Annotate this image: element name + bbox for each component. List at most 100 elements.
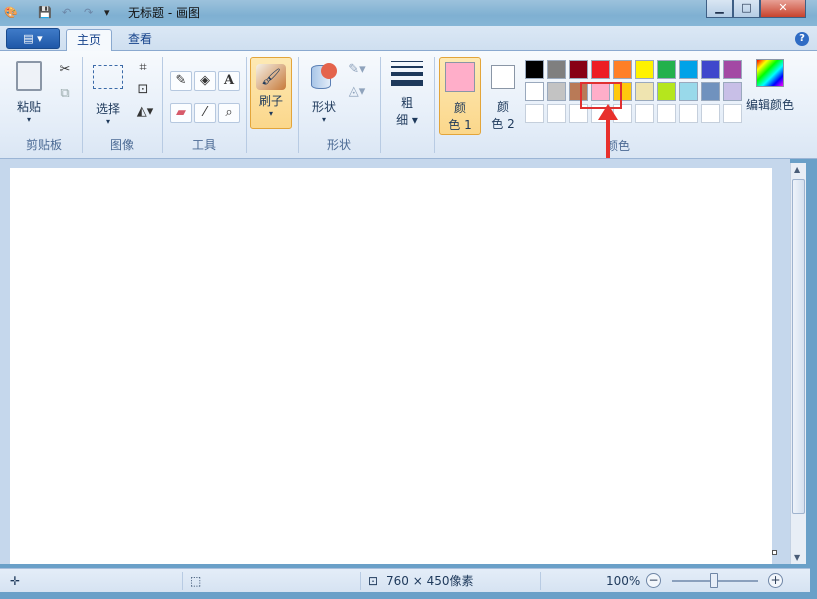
custom-color-slot[interactable] [679,104,698,123]
resize-icon[interactable]: ⊡ [132,81,154,101]
palette-swatch[interactable] [701,82,720,101]
clipboard-group-label: 剪贴板 [25,138,62,152]
image-group: 选择 ▾ ⌗ ⊡ ◭▾ 图像 [84,53,160,157]
cursor-position-icon: ✛ [10,574,21,588]
rainbow-icon [756,59,784,87]
tab-view[interactable]: 查看 [118,29,162,51]
pencil-icon[interactable]: ✎ [170,71,192,91]
brush-icon: 🖌 [256,64,286,90]
paint-menu-button[interactable]: ▤ ▾ [6,28,60,49]
paste-button[interactable]: 粘贴 ▾ [12,61,46,124]
clipboard-icon [16,61,42,91]
ribbon: 粘贴 ▾ ✂ ⧉ 剪贴板 选择 ▾ ⌗ ⊡ ◭▾ 图像 ✎ ◈ A ▰ ⁄ ⌕ … [0,51,817,159]
zoom-slider-thumb[interactable] [710,573,718,588]
customize-icon[interactable]: ▾ [104,4,110,22]
colors-group-label: 颜色 [605,139,630,153]
title-bar: 🎨 💾 ↶ ↷ ▾ 无标题 - 画图 ▁ □ ✕ [0,0,817,26]
group-divider [434,57,435,153]
group-divider [82,57,83,153]
custom-color-slot[interactable] [701,104,720,123]
shapes-group-label: 形状 [326,138,351,152]
status-bar: ✛ ⬚ ⊡ 760 × 450像素 100% − + [0,568,810,592]
annotation-arrow-stem [606,118,610,158]
custom-color-slot[interactable] [635,104,654,123]
edit-colors-button[interactable]: 编辑颜色 [744,59,796,113]
canvas-dimensions: 760 × 450像素 [386,574,474,588]
palette-swatch[interactable] [679,60,698,79]
palette-swatch[interactable] [657,60,676,79]
status-divider [182,572,183,590]
undo-icon[interactable]: ↶ [62,4,71,22]
redo-icon[interactable]: ↷ [84,4,93,22]
custom-color-slot[interactable] [723,104,742,123]
fill-icon[interactable]: ◬▾ [346,83,368,103]
select-button[interactable]: 选择 ▾ [88,65,128,126]
scrollbar-thumb[interactable] [792,179,805,514]
cut-icon[interactable]: ✂ [54,61,76,81]
tools-group: ✎ ◈ A ▰ ⁄ ⌕ 工具 [164,53,244,157]
palette-swatch[interactable] [613,60,632,79]
maximize-button[interactable]: □ [733,0,760,18]
custom-color-slot[interactable] [657,104,676,123]
canvas-area [0,159,790,564]
palette-swatch[interactable] [547,82,566,101]
shapes-icon [309,61,339,91]
shapes-button[interactable]: 形状 ▾ [304,61,344,124]
save-icon[interactable]: 💾 [38,4,52,22]
group-divider [246,57,247,153]
eraser-icon[interactable]: ▰ [170,103,192,123]
vertical-scrollbar[interactable]: ▲ ▼ [790,163,806,564]
fill-bucket-icon[interactable]: ◈ [194,71,216,91]
canvas-resize-handle[interactable] [772,550,777,555]
status-divider [360,572,361,590]
close-button[interactable]: ✕ [760,0,806,18]
scroll-up-icon[interactable]: ▲ [794,165,800,174]
tab-home[interactable]: 主页 [66,29,113,51]
drawing-canvas[interactable] [10,168,772,564]
scroll-down-icon[interactable]: ▼ [794,553,800,562]
select-rectangle-icon [93,65,123,89]
paint-app-icon[interactable]: 🎨 [4,4,18,22]
selection-size-icon: ⬚ [190,574,202,588]
zoom-in-icon[interactable]: + [768,573,783,588]
palette-swatch[interactable] [635,60,654,79]
rotate-icon[interactable]: ◭▾ [132,103,158,123]
color1-button[interactable]: 颜 色 1 [439,57,481,135]
palette-swatch[interactable] [679,82,698,101]
magnifier-icon[interactable]: ⌕ [218,103,240,123]
ribbon-tab-row: ▤ ▾ 主页 查看 ? [0,26,817,51]
palette-swatch[interactable] [701,60,720,79]
status-divider [540,572,541,590]
window-title: 无标题 - 画图 [128,6,200,20]
size-button[interactable]: 粗 细 ▾ [386,59,428,128]
palette-swatch[interactable] [657,82,676,101]
image-group-label: 图像 [109,138,134,152]
zoom-level: 100% [606,574,641,588]
minimize-button[interactable]: ▁ [706,0,733,18]
group-divider [380,57,381,153]
clipboard-group: 粘贴 ▾ ✂ ⧉ 剪贴板 [6,53,82,157]
text-icon[interactable]: A [218,71,240,91]
palette-swatch[interactable] [525,82,544,101]
custom-color-slot[interactable] [547,104,566,123]
custom-color-slot[interactable] [525,104,544,123]
zoom-out-icon[interactable]: − [646,573,661,588]
palette-swatch[interactable] [525,60,544,79]
palette-swatch[interactable] [723,60,742,79]
color2-swatch [491,65,515,89]
line-width-icon [391,59,423,87]
color-picker-icon[interactable]: ⁄ [194,103,216,123]
crop-icon[interactable]: ⌗ [132,59,154,79]
brushes-button[interactable]: 🖌 刷子 ▾ [250,57,292,129]
palette-swatch[interactable] [723,82,742,101]
help-icon[interactable]: ? [795,32,809,46]
palette-swatch[interactable] [547,60,566,79]
color2-button[interactable]: 颜 色 2 [484,57,522,132]
palette-swatch[interactable] [591,60,610,79]
canvas-size-icon: ⊡ [368,574,379,588]
outline-icon[interactable]: ✎▾ [346,61,368,81]
color1-swatch [445,62,475,92]
copy-icon[interactable]: ⧉ [54,85,76,105]
palette-swatch[interactable] [635,82,654,101]
palette-swatch[interactable] [569,60,588,79]
